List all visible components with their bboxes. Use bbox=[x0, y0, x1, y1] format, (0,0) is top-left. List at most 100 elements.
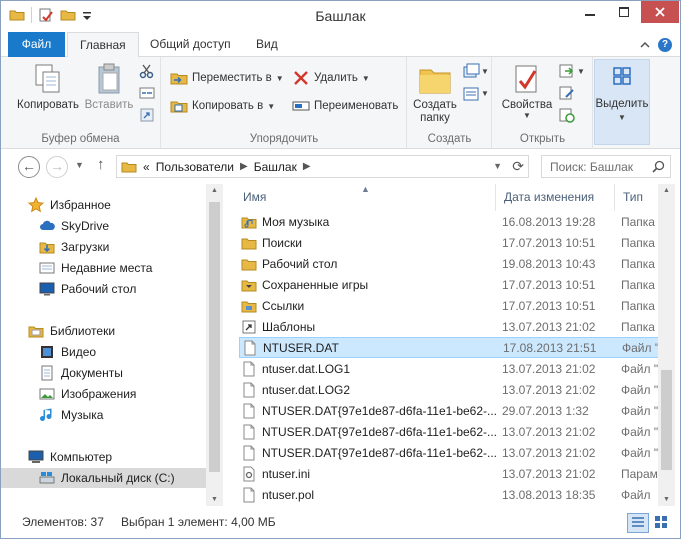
edit-icon[interactable] bbox=[559, 85, 575, 101]
file-type: Файл " bbox=[622, 340, 660, 355]
file-date: 13.07.2013 21:02 bbox=[502, 424, 596, 439]
file-row[interactable]: Рабочий стол 19.08.2013 10:43 Папка bbox=[239, 253, 669, 274]
breadcrumb-overflow[interactable]: « bbox=[143, 160, 150, 174]
nav-favorites[interactable]: Избранное bbox=[1, 195, 206, 215]
nav-scrollbar[interactable]: ▲ ▼ bbox=[206, 184, 223, 506]
paste-shortcut-icon[interactable] bbox=[139, 107, 155, 123]
copy-button[interactable]: Копировать bbox=[15, 61, 81, 111]
chevron-down-icon: ▼ bbox=[577, 67, 585, 76]
cut-icon[interactable] bbox=[139, 63, 155, 79]
file-list-scrollbar[interactable]: ▲ ▼ bbox=[658, 184, 675, 506]
breadcrumb-separator-icon[interactable]: ▶ bbox=[303, 161, 311, 172]
file-row[interactable]: Шаблоны 13.07.2013 21:02 Папка bbox=[239, 316, 669, 337]
copy-path-icon[interactable] bbox=[139, 85, 155, 101]
column-divider[interactable] bbox=[495, 184, 496, 211]
properties-button[interactable]: Свойства ▼ bbox=[499, 61, 555, 120]
copy-to-button[interactable]: Копировать в ▼ bbox=[170, 96, 275, 116]
file-row[interactable]: NTUSER.DAT{97e1de87-d6fa-11e1-be62-... 13… bbox=[239, 421, 669, 442]
scroll-down-icon[interactable]: ▼ bbox=[663, 496, 670, 503]
computer-icon bbox=[28, 450, 44, 463]
tab-home[interactable]: Главная bbox=[67, 32, 139, 58]
item-count: Элементов: 37 bbox=[22, 515, 104, 529]
copy-to-icon bbox=[170, 101, 188, 113]
tab-view[interactable]: Вид bbox=[244, 32, 290, 57]
easy-access-icon[interactable] bbox=[462, 85, 480, 103]
column-date[interactable]: Дата изменения bbox=[504, 190, 594, 204]
file-date: 17.07.2013 10:51 bbox=[502, 298, 596, 313]
file-row[interactable]: ntuser.ini 13.07.2013 21:02 Парам bbox=[239, 463, 669, 484]
forward-arrow-icon: → bbox=[50, 158, 64, 174]
breadcrumb-current[interactable]: Башлак bbox=[254, 160, 297, 174]
chevron-down-icon: ▼ bbox=[275, 73, 284, 83]
collapse-ribbon-icon[interactable] bbox=[640, 41, 650, 49]
delete-button[interactable]: Удалить ▼ bbox=[292, 68, 370, 88]
back-button[interactable]: ← bbox=[18, 156, 40, 178]
address-dropdown-icon[interactable]: ▼ bbox=[493, 161, 502, 171]
file-row[interactable]: Ссылки 17.07.2013 10:51 Папка bbox=[239, 295, 669, 316]
nav-recent[interactable]: Недавние места bbox=[1, 258, 206, 278]
file-row[interactable]: Поиски 17.07.2013 10:51 Папка bbox=[239, 232, 669, 253]
file-row[interactable]: NTUSER.DAT{97e1de87-d6fa-11e1-be62-... 13… bbox=[239, 442, 669, 463]
up-button[interactable]: ↑ bbox=[97, 156, 105, 173]
nav-documents[interactable]: Документы bbox=[1, 363, 206, 383]
nav-skydrive[interactable]: SkyDrive bbox=[1, 216, 206, 236]
column-divider[interactable] bbox=[614, 184, 615, 211]
close-button[interactable] bbox=[641, 1, 679, 23]
rename-button[interactable]: Переименовать bbox=[292, 96, 398, 116]
move-to-button[interactable]: Переместить в ▼ bbox=[170, 68, 284, 88]
file-row[interactable]: Сохраненные игры 17.07.2013 10:51 Папка bbox=[239, 274, 669, 295]
nav-downloads[interactable]: Загрузки bbox=[1, 237, 206, 257]
address-bar[interactable]: « Пользователи ▶ Башлак ▶ ▼ ⟳ bbox=[116, 155, 529, 178]
file-list: ▲ Имя Дата изменения Тип Моя музыка 16.08… bbox=[223, 184, 680, 506]
file-list-scrollbar-thumb[interactable] bbox=[661, 370, 672, 470]
file-date: 17.07.2013 10:51 bbox=[502, 277, 596, 292]
file-type: Папка bbox=[621, 256, 655, 271]
nav-local-disk[interactable]: Локальный диск (C:) bbox=[1, 468, 206, 488]
details-view-button[interactable] bbox=[627, 513, 649, 533]
status-bar: Элементов: 37 Выбран 1 элемент: 4,00 МБ bbox=[1, 508, 680, 538]
file-row[interactable]: NTUSER.DAT 17.08.2013 21:51 Файл " bbox=[239, 337, 669, 358]
search-input[interactable]: Поиск: Башлак bbox=[541, 155, 671, 178]
file-row[interactable]: NTUSER.DAT{97e1de87-d6fa-11e1-be62-... 29… bbox=[239, 400, 669, 421]
search-placeholder: Поиск: Башлак bbox=[550, 160, 634, 174]
history-icon[interactable] bbox=[559, 107, 575, 123]
up-arrow-icon: ↑ bbox=[97, 156, 105, 173]
nav-libraries[interactable]: Библиотеки bbox=[1, 321, 206, 341]
nav-desktop[interactable]: Рабочий стол bbox=[1, 279, 206, 299]
file-row[interactable]: Моя музыка 16.08.2013 19:28 Папка bbox=[239, 211, 669, 232]
file-row[interactable]: ntuser.dat.LOG2 13.07.2013 21:02 Файл " bbox=[239, 379, 669, 400]
minimize-button[interactable] bbox=[573, 1, 607, 23]
column-type[interactable]: Тип bbox=[623, 190, 643, 204]
file-date: 13.07.2013 21:02 bbox=[502, 319, 596, 334]
recent-locations-button[interactable]: ▼ bbox=[75, 160, 84, 170]
tab-share[interactable]: Общий доступ bbox=[138, 32, 243, 57]
scroll-up-icon[interactable]: ▲ bbox=[663, 187, 670, 194]
nav-computer[interactable]: Компьютер bbox=[1, 447, 206, 467]
scroll-up-icon[interactable]: ▲ bbox=[211, 187, 218, 194]
breadcrumb-users[interactable]: Пользователи bbox=[156, 160, 234, 174]
column-name[interactable]: Имя bbox=[243, 190, 266, 204]
select-button[interactable]: Выделить ▼ bbox=[594, 59, 650, 145]
nav-music[interactable]: Музыка bbox=[1, 405, 206, 425]
new-folder-button[interactable]: Создать папку bbox=[410, 61, 460, 125]
nav-pictures[interactable]: Изображения bbox=[1, 384, 206, 404]
scroll-down-icon[interactable]: ▼ bbox=[211, 496, 218, 503]
chevron-down-icon: ▼ bbox=[361, 73, 370, 83]
refresh-icon[interactable]: ⟳ bbox=[512, 158, 524, 175]
nav-video[interactable]: Видео bbox=[1, 342, 206, 362]
large-icons-view-button[interactable] bbox=[651, 513, 673, 533]
open-icon[interactable] bbox=[559, 63, 575, 79]
file-row[interactable]: ntuser.pol 13.08.2013 18:35 Файл bbox=[239, 484, 669, 505]
file-row[interactable]: ntuser.dat.LOG1 13.07.2013 21:02 Файл " bbox=[239, 358, 669, 379]
paste-button[interactable]: Вставить bbox=[83, 61, 135, 111]
tab-file[interactable]: Файл bbox=[8, 32, 65, 57]
nav-scrollbar-thumb[interactable] bbox=[209, 202, 220, 472]
nav-pictures-label: Изображения bbox=[61, 387, 137, 401]
help-icon[interactable]: ? bbox=[658, 38, 672, 52]
ribbon-controls: ? bbox=[640, 38, 672, 52]
maximize-button[interactable] bbox=[607, 1, 641, 23]
new-item-icon[interactable] bbox=[462, 63, 480, 81]
file-name: Сохраненные игры bbox=[262, 277, 369, 292]
breadcrumb-separator-icon[interactable]: ▶ bbox=[240, 161, 248, 172]
forward-button[interactable]: → bbox=[46, 156, 68, 178]
